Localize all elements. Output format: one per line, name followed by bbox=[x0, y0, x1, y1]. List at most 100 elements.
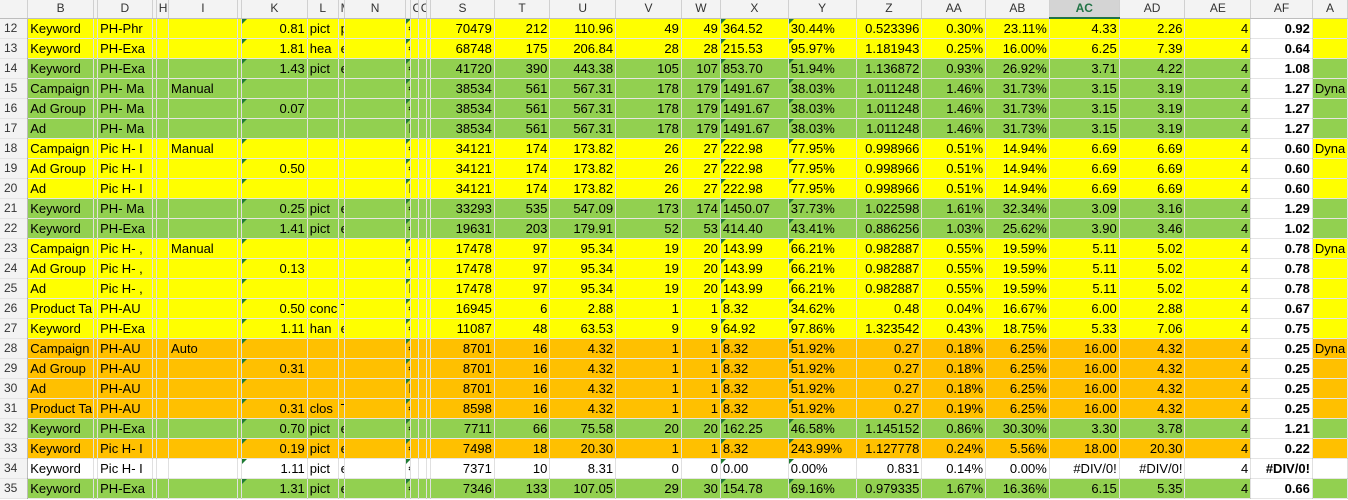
row-header[interactable]: 27 bbox=[0, 318, 29, 339]
cell[interactable]: 0.04% bbox=[921, 298, 987, 319]
cell[interactable] bbox=[156, 138, 170, 159]
cell[interactable]: 23.11% bbox=[985, 18, 1050, 39]
cell[interactable]: 20 bbox=[681, 238, 721, 259]
row-header[interactable]: 31 bbox=[0, 398, 29, 419]
column-header[interactable]: K bbox=[241, 0, 308, 19]
cell[interactable]: 8701 bbox=[430, 378, 495, 399]
cell[interactable] bbox=[344, 78, 407, 99]
cell[interactable]: 51.92% bbox=[788, 378, 857, 399]
cell[interactable]: 0.55% bbox=[921, 238, 987, 259]
cell[interactable]: 5.02 bbox=[1119, 258, 1186, 279]
cell[interactable] bbox=[156, 98, 170, 119]
cell[interactable] bbox=[241, 118, 308, 139]
cell[interactable]: 51.92% bbox=[788, 398, 857, 419]
cell[interactable]: 1.11 bbox=[241, 458, 308, 479]
cell[interactable]: 5.56% bbox=[985, 438, 1050, 459]
cell[interactable]: 1.011248 bbox=[856, 98, 923, 119]
cell[interactable] bbox=[410, 158, 419, 179]
select-all-corner[interactable] bbox=[0, 0, 29, 19]
cell[interactable]: 7.06 bbox=[1119, 318, 1186, 339]
cell[interactable]: 0.43% bbox=[921, 318, 987, 339]
cell[interactable]: 3.46 bbox=[1119, 218, 1186, 239]
cell[interactable] bbox=[418, 258, 427, 279]
cell[interactable]: 203 bbox=[494, 218, 551, 239]
cell[interactable]: pict bbox=[307, 438, 339, 459]
cell[interactable]: 20 bbox=[681, 278, 721, 299]
column-header[interactable]: B bbox=[27, 0, 95, 19]
row-header[interactable]: 20 bbox=[0, 178, 29, 199]
cell[interactable]: 0.27 bbox=[856, 358, 923, 379]
cell[interactable] bbox=[418, 78, 427, 99]
cell[interactable] bbox=[156, 158, 170, 179]
cell[interactable] bbox=[344, 338, 407, 359]
cell[interactable]: 1.46% bbox=[921, 118, 987, 139]
cell[interactable] bbox=[156, 418, 170, 439]
cell[interactable] bbox=[418, 58, 427, 79]
cell[interactable]: Pic H- I bbox=[97, 178, 153, 199]
cell[interactable]: 4.32 bbox=[549, 378, 617, 399]
cell[interactable]: 1491.67 bbox=[720, 98, 789, 119]
cell[interactable]: 0.48 bbox=[856, 298, 923, 319]
cell[interactable]: 0.70 bbox=[241, 418, 308, 439]
cell[interactable] bbox=[1312, 178, 1348, 199]
cell[interactable]: 0.60 bbox=[1250, 178, 1313, 199]
cell[interactable]: 4 bbox=[1184, 218, 1252, 239]
cell[interactable]: 3.19 bbox=[1119, 98, 1186, 119]
row-header[interactable]: 25 bbox=[0, 278, 29, 299]
cell[interactable] bbox=[344, 218, 407, 239]
cell[interactable]: 0.25 bbox=[1250, 398, 1313, 419]
cell[interactable] bbox=[344, 318, 407, 339]
cell[interactable]: 4 bbox=[1184, 378, 1252, 399]
cell[interactable]: 0.66 bbox=[1250, 478, 1313, 499]
cell[interactable]: 4 bbox=[1184, 478, 1252, 499]
cell[interactable]: PH- Ma bbox=[97, 78, 153, 99]
cell[interactable]: 6.69 bbox=[1049, 158, 1120, 179]
cell[interactable] bbox=[241, 278, 308, 299]
row-header[interactable]: 32 bbox=[0, 418, 29, 439]
cell[interactable]: 174 bbox=[494, 158, 551, 179]
cell[interactable]: 19 bbox=[615, 258, 682, 279]
cell[interactable]: 4 bbox=[1184, 338, 1252, 359]
cell[interactable]: 20 bbox=[615, 418, 682, 439]
cell[interactable]: 37.73% bbox=[788, 198, 857, 219]
cell[interactable]: Pic H- I bbox=[97, 458, 153, 479]
cell[interactable] bbox=[156, 478, 170, 499]
cell[interactable]: €€ bbox=[405, 38, 411, 59]
cell[interactable]: 28 bbox=[681, 38, 721, 59]
cell[interactable] bbox=[307, 78, 339, 99]
cell[interactable]: 222.98 bbox=[720, 178, 789, 199]
cell[interactable]: Ad Group bbox=[27, 98, 95, 119]
cell[interactable]: 14.94% bbox=[985, 158, 1050, 179]
cell[interactable] bbox=[156, 318, 170, 339]
cell[interactable]: 0.831 bbox=[856, 458, 923, 479]
cell[interactable]: 4 bbox=[1184, 138, 1252, 159]
column-header[interactable]: A bbox=[1312, 0, 1348, 19]
cell[interactable] bbox=[418, 158, 427, 179]
cell[interactable] bbox=[344, 398, 407, 419]
cell[interactable]: 1.136872 bbox=[856, 58, 923, 79]
cell[interactable]: 3.16 bbox=[1119, 198, 1186, 219]
cell[interactable]: 0.998966 bbox=[856, 138, 923, 159]
cell[interactable] bbox=[168, 38, 238, 59]
cell[interactable]: Campaign bbox=[27, 78, 95, 99]
cell[interactable]: 19 bbox=[615, 278, 682, 299]
cell[interactable]: 1.43 bbox=[241, 58, 308, 79]
cell[interactable]: Pic H- I bbox=[97, 438, 153, 459]
cell[interactable]: 53 bbox=[681, 218, 721, 239]
cell[interactable]: 1 bbox=[681, 438, 721, 459]
cell[interactable]: 2.88 bbox=[1119, 298, 1186, 319]
cell[interactable]: Pic H- , bbox=[97, 238, 153, 259]
cell[interactable]: PH-Exa bbox=[97, 58, 153, 79]
cell[interactable]: 52 bbox=[615, 218, 682, 239]
cell[interactable]: 18.00 bbox=[1049, 438, 1120, 459]
cell[interactable]: 175 bbox=[494, 38, 551, 59]
cell[interactable] bbox=[1312, 98, 1348, 119]
cell[interactable]: 0.00% bbox=[788, 458, 857, 479]
cell[interactable]: exact bbox=[338, 418, 345, 439]
cell[interactable]: Ad Group bbox=[27, 158, 95, 179]
cell[interactable] bbox=[168, 418, 238, 439]
cell[interactable] bbox=[418, 398, 427, 419]
cell[interactable]: PH-AU bbox=[97, 358, 153, 379]
cell[interactable] bbox=[168, 278, 238, 299]
cell[interactable]: 0 bbox=[681, 458, 721, 479]
